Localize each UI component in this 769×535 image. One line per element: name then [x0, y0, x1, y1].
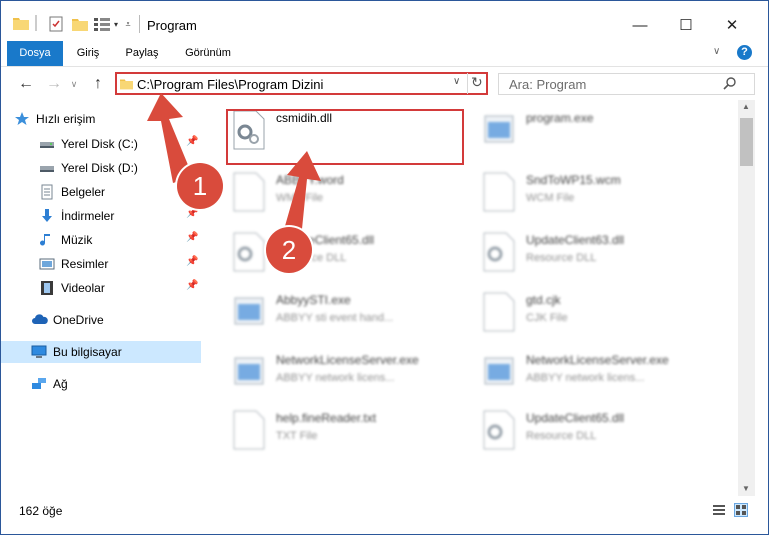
- arrow-2: [283, 151, 321, 239]
- explorer-window: ▾ ⩡ Program — ☐ ✕ Dosya Giriş Paylaş Gör…: [0, 0, 769, 535]
- step-badge-1: 1: [177, 163, 223, 209]
- step-badge-2: 2: [266, 227, 312, 273]
- annotation-arrows: [147, 93, 321, 239]
